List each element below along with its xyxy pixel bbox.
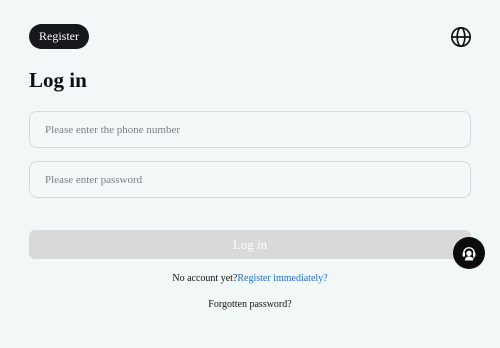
- phone-field: [29, 111, 471, 148]
- register-link[interactable]: Register immediately?: [237, 273, 327, 284]
- no-account-text: No account yet?: [172, 273, 238, 284]
- globe-icon[interactable]: [450, 26, 472, 48]
- phone-input[interactable]: [30, 112, 470, 147]
- login-button[interactable]: Log in: [29, 230, 471, 259]
- password-input[interactable]: [30, 162, 470, 197]
- login-page: Register Log in Log in No account yet?Re…: [0, 0, 500, 348]
- customer-service-icon: [462, 247, 476, 261]
- customer-service-button[interactable]: [453, 237, 485, 269]
- password-field: [29, 161, 471, 198]
- forgot-password-link[interactable]: Forgotten password?: [0, 299, 500, 310]
- page-title: Log in: [29, 68, 87, 92]
- signup-prompt: No account yet?Register immediately?: [0, 273, 500, 284]
- register-button[interactable]: Register: [29, 24, 89, 49]
